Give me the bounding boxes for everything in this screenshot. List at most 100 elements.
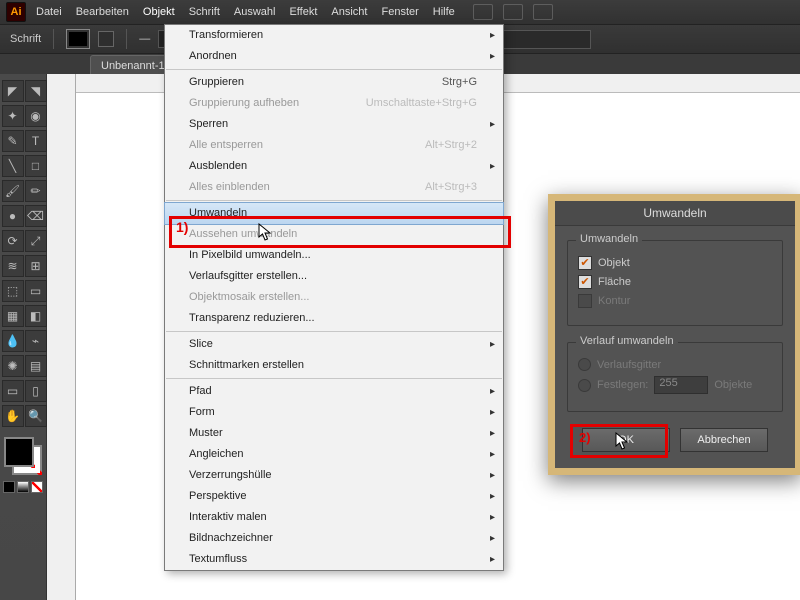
menu-item-auswahl[interactable]: Auswahl bbox=[234, 6, 276, 18]
layout-icon[interactable] bbox=[473, 4, 493, 20]
radio-label: Verlaufsgitter bbox=[597, 359, 661, 371]
pen-tool-icon[interactable]: ✎ bbox=[2, 130, 24, 152]
sync-icon[interactable] bbox=[533, 4, 553, 20]
blend-tool-icon[interactable]: ⌁ bbox=[25, 330, 47, 352]
titlebar-layout-icons bbox=[473, 4, 553, 20]
width-tool-icon[interactable]: ≋ bbox=[2, 255, 24, 277]
fill-swatch-large[interactable] bbox=[4, 437, 34, 467]
menu-item-label: Pfad bbox=[189, 381, 212, 402]
menu-item[interactable]: Form bbox=[165, 402, 503, 423]
line-tool-icon[interactable]: ╲ bbox=[2, 155, 24, 177]
zoom-tool-icon[interactable]: 🔍 bbox=[25, 405, 47, 427]
graph-tool-icon[interactable]: ▤ bbox=[25, 355, 47, 377]
menu-item-effekt[interactable]: Effekt bbox=[289, 6, 317, 18]
rotate-tool-icon[interactable]: ⟳ bbox=[2, 230, 24, 252]
symbol-sprayer-tool-icon[interactable]: ✺ bbox=[2, 355, 24, 377]
pencil-tool-icon[interactable]: ✏ bbox=[25, 180, 47, 202]
layout-icon[interactable] bbox=[503, 4, 523, 20]
checkbox-row-fill[interactable]: ✔ Fläche bbox=[578, 275, 772, 289]
menu-item[interactable]: GruppierenStrg+G bbox=[165, 72, 503, 93]
direct-selection-tool-icon[interactable]: ◥ bbox=[25, 80, 47, 102]
menu-item-schrift[interactable]: Schrift bbox=[189, 6, 220, 18]
checkbox-unchecked-icon bbox=[578, 294, 592, 308]
dialog-title: Umwandeln bbox=[555, 201, 795, 226]
menu-item[interactable]: Slice bbox=[165, 334, 503, 355]
menu-item[interactable]: Interaktiv malen bbox=[165, 507, 503, 528]
checkbox-row-object[interactable]: ✔ Objekt bbox=[578, 256, 772, 270]
menu-item-datei[interactable]: Datei bbox=[36, 6, 62, 18]
menu-item[interactable]: Bildnachzeichner bbox=[165, 528, 503, 549]
dialog-button-row: OK Abbrechen 2) bbox=[567, 428, 783, 452]
shape-builder-tool-icon[interactable]: ⬚ bbox=[2, 280, 24, 302]
checkbox-label: Kontur bbox=[598, 295, 630, 307]
menu-item[interactable]: Pfad bbox=[165, 381, 503, 402]
type-tool-icon[interactable]: T bbox=[25, 130, 47, 152]
menu-separator bbox=[166, 200, 502, 201]
ok-button[interactable]: OK bbox=[582, 428, 670, 452]
gradient-section: Verlauf umwandeln Verlaufsgitter Festleg… bbox=[567, 342, 783, 412]
gradient-tool-icon[interactable]: ◧ bbox=[25, 305, 47, 327]
slice-tool-icon[interactable]: ▯ bbox=[25, 380, 47, 402]
menu-item-label: Transparenz reduzieren... bbox=[189, 308, 315, 329]
fill-swatch[interactable] bbox=[66, 29, 90, 49]
menu-item-label: Schnittmarken erstellen bbox=[189, 355, 304, 376]
menu-item-ansicht[interactable]: Ansicht bbox=[331, 6, 367, 18]
color-mode-none-icon[interactable] bbox=[31, 481, 43, 493]
eraser-tool-icon[interactable]: ⌫ bbox=[25, 205, 47, 227]
eyedropper-tool-icon[interactable]: 💧 bbox=[2, 330, 24, 352]
blob-brush-tool-icon[interactable]: ● bbox=[2, 205, 24, 227]
menu-separator bbox=[166, 331, 502, 332]
magic-wand-tool-icon[interactable]: ✦ bbox=[2, 105, 24, 127]
menu-item[interactable]: Transformieren bbox=[165, 25, 503, 46]
radio-label: Festlegen: bbox=[597, 379, 648, 391]
color-mode-solid-icon[interactable] bbox=[3, 481, 15, 493]
menu-item[interactable]: Anordnen bbox=[165, 46, 503, 67]
radio-icon bbox=[578, 358, 591, 371]
paintbrush-tool-icon[interactable]: 🖌 bbox=[2, 180, 24, 202]
rectangle-tool-icon[interactable]: □ bbox=[25, 155, 47, 177]
color-mode-gradient-icon[interactable] bbox=[17, 481, 29, 493]
artboard-tool-icon[interactable]: ▭ bbox=[2, 380, 24, 402]
app-logo-icon: Ai bbox=[6, 2, 26, 22]
swatch-dropdown-icon[interactable] bbox=[98, 31, 114, 47]
mesh-tool-icon[interactable]: ▦ bbox=[2, 305, 24, 327]
lasso-tool-icon[interactable]: ◉ bbox=[25, 105, 47, 127]
menu-item[interactable]: Verlaufsgitter erstellen... bbox=[165, 266, 503, 287]
menu-item-objekt[interactable]: Objekt bbox=[143, 6, 175, 18]
menu-item[interactable]: Transparenz reduzieren... bbox=[165, 308, 503, 329]
menu-item-hilfe[interactable]: Hilfe bbox=[433, 6, 455, 18]
menu-item-label: Umwandeln bbox=[189, 203, 247, 224]
menu-item[interactable]: Angleichen bbox=[165, 444, 503, 465]
menu-item[interactable]: Verzerrungshülle bbox=[165, 465, 503, 486]
menu-item-label: Objektmosaik erstellen... bbox=[189, 287, 309, 308]
menu-item-fenster[interactable]: Fenster bbox=[381, 6, 418, 18]
menu-item[interactable]: Umwandeln bbox=[165, 203, 503, 224]
menu-bar: Datei Bearbeiten Objekt Schrift Auswahl Effek… bbox=[36, 6, 455, 18]
vertical-ruler bbox=[47, 74, 76, 600]
menu-item[interactable]: Sperren bbox=[165, 114, 503, 135]
menu-item-label: Bildnachzeichner bbox=[189, 528, 273, 549]
menu-item[interactable]: In Pixelbild umwandeln... bbox=[165, 245, 503, 266]
scale-tool-icon[interactable]: ⤢ bbox=[25, 230, 47, 252]
perspective-grid-tool-icon[interactable]: ▭ bbox=[25, 280, 47, 302]
menu-separator bbox=[166, 378, 502, 379]
checkbox-checked-icon[interactable]: ✔ bbox=[578, 275, 592, 289]
menu-item[interactable]: Schnittmarken erstellen bbox=[165, 355, 503, 376]
menu-item-bearbeiten[interactable]: Bearbeiten bbox=[76, 6, 129, 18]
fill-stroke-control[interactable] bbox=[4, 437, 42, 475]
selection-tool-icon[interactable]: ◤ bbox=[2, 80, 24, 102]
cancel-button-label: Abbrechen bbox=[697, 434, 750, 446]
free-transform-tool-icon[interactable]: ⊞ bbox=[25, 255, 47, 277]
cancel-button[interactable]: Abbrechen bbox=[680, 428, 768, 452]
hand-tool-icon[interactable]: ✋ bbox=[2, 405, 24, 427]
app-root: Ai Datei Bearbeiten Objekt Schrift Auswahl Ef… bbox=[0, 0, 800, 600]
checkbox-label: Objekt bbox=[598, 257, 630, 269]
menu-item[interactable]: Muster bbox=[165, 423, 503, 444]
menu-item-label: Gruppierung aufheben bbox=[189, 93, 299, 114]
menu-item[interactable]: Ausblenden bbox=[165, 156, 503, 177]
menu-item-label: In Pixelbild umwandeln... bbox=[189, 245, 311, 266]
menu-item[interactable]: Textumfluss bbox=[165, 549, 503, 570]
checkbox-checked-icon[interactable]: ✔ bbox=[578, 256, 592, 270]
menu-item[interactable]: Perspektive bbox=[165, 486, 503, 507]
menu-item: Aussehen umwandeln bbox=[165, 224, 503, 245]
